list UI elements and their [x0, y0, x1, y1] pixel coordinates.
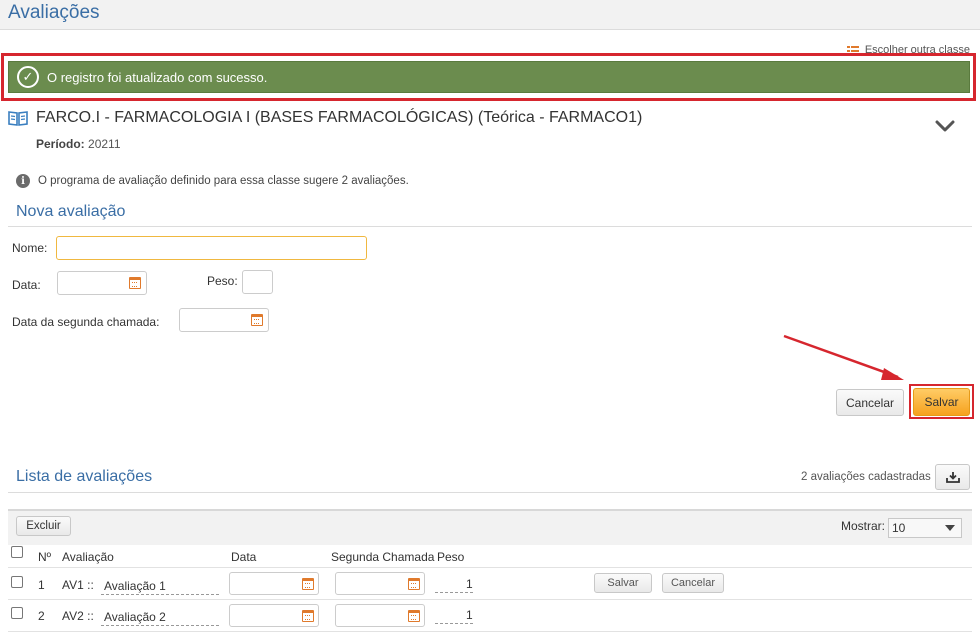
section-divider: [8, 492, 972, 493]
row-divider: [8, 567, 972, 568]
row-name[interactable]: Avaliação 1: [104, 579, 166, 593]
second-call-label: Data da segunda chamada:: [12, 315, 160, 329]
row-name[interactable]: Avaliação 2: [104, 610, 166, 624]
weight-label: Peso:: [207, 274, 238, 288]
new-evaluation-title: Nova avaliação: [16, 203, 126, 220]
name-label: Nome:: [12, 241, 48, 255]
col-number: Nº: [38, 550, 52, 564]
download-icon: [945, 472, 960, 483]
page-header: Avaliações: [0, 0, 980, 30]
download-button[interactable]: [935, 464, 970, 490]
book-icon: [8, 111, 28, 126]
row-code: AV2 ::: [62, 609, 94, 623]
calendar-icon[interactable]: [129, 277, 141, 289]
evaluation-list-title: Lista de avaliações: [16, 468, 153, 485]
periodo: Período: 20211: [36, 137, 121, 151]
calendar-icon[interactable]: [408, 610, 420, 622]
alert-highlight: [1, 53, 976, 101]
page-size-select[interactable]: 10: [888, 518, 962, 538]
evaluation-count: 2 avaliações cadastradas: [801, 471, 931, 483]
save-highlight: [909, 384, 974, 419]
list-toolbar: [8, 509, 972, 545]
periodo-value: 20211: [88, 137, 121, 151]
col-evaluation: Avaliação: [62, 550, 114, 564]
editable-underline: [435, 592, 473, 593]
chevron-down-icon: [945, 525, 955, 531]
calendar-icon[interactable]: [302, 610, 314, 622]
col-second-call: Segunda Chamada: [331, 550, 435, 564]
row-code: AV1 ::: [62, 578, 94, 592]
row-divider: [8, 599, 972, 600]
delete-button[interactable]: Excluir: [16, 516, 71, 536]
calendar-icon[interactable]: [408, 578, 420, 590]
page-title: Avaliações: [8, 2, 100, 23]
editable-underline: [101, 594, 219, 595]
select-all-checkbox[interactable]: [11, 546, 23, 558]
row-number: 2: [38, 609, 45, 623]
row-weight[interactable]: 1: [466, 608, 473, 622]
row-checkbox[interactable]: [11, 576, 23, 588]
chevron-down-icon[interactable]: [934, 119, 956, 133]
show-label: Mostrar:: [841, 519, 886, 533]
row-weight[interactable]: 1: [466, 577, 473, 591]
page-size-value: 10: [892, 521, 906, 535]
row-cancel-button[interactable]: Cancelar: [662, 573, 724, 593]
row-checkbox[interactable]: [11, 607, 23, 619]
date-label: Data:: [12, 278, 41, 292]
calendar-icon[interactable]: [251, 314, 263, 326]
periodo-label: Período:: [36, 137, 85, 151]
row-number: 1: [38, 578, 45, 592]
info-text: O programa de avaliação definido para es…: [38, 175, 409, 187]
info-icon: i: [16, 174, 30, 188]
col-date: Data: [231, 550, 257, 564]
editable-underline: [101, 625, 219, 626]
info-message: i O programa de avaliação definido para …: [16, 174, 409, 188]
weight-input[interactable]: [242, 270, 273, 294]
section-divider: [8, 226, 972, 227]
class-title: FARCO.I - FARMACOLOGIA I (BASES FARMACOL…: [36, 109, 643, 126]
row-divider: [8, 631, 972, 632]
calendar-icon[interactable]: [302, 578, 314, 590]
annotation-arrow: [783, 334, 904, 380]
col-weight: Peso: [437, 550, 465, 564]
name-input[interactable]: [56, 236, 367, 260]
row-save-button[interactable]: Salvar: [594, 573, 652, 593]
cancel-button[interactable]: Cancelar: [836, 389, 904, 416]
editable-underline: [435, 623, 473, 624]
